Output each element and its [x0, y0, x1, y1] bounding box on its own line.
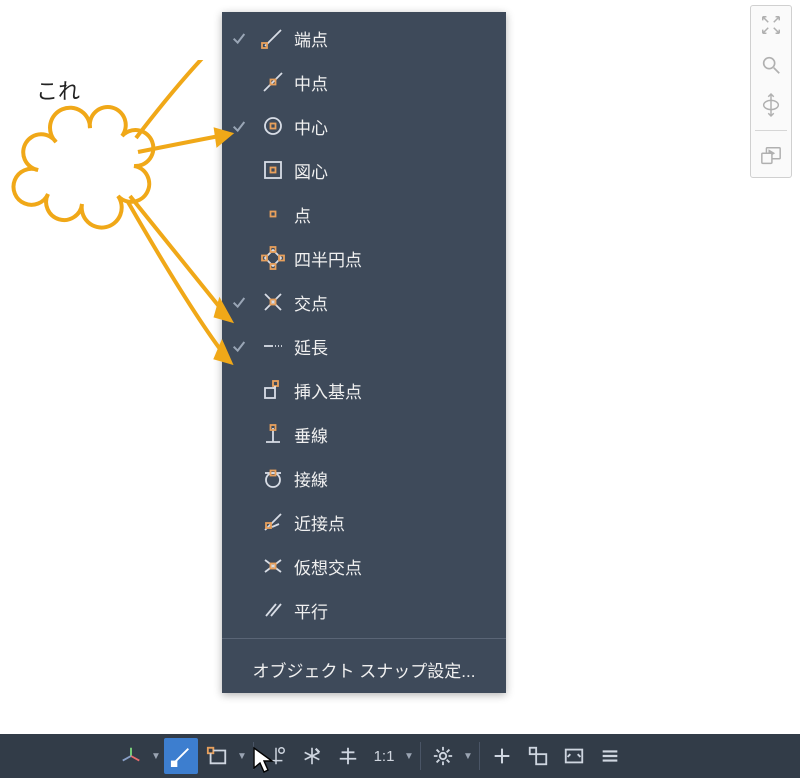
snap-item-label: 延長	[294, 334, 496, 359]
settings-caret[interactable]: ▼	[462, 751, 474, 762]
zoom-extents-icon[interactable]	[756, 50, 786, 80]
status-bar: ▼ ▼ 1:1 ▼	[0, 734, 800, 778]
snap-item-center[interactable]: 中心	[222, 104, 506, 148]
quadrant-icon	[256, 246, 290, 270]
settings-gear-button[interactable]	[426, 738, 460, 774]
snap-item-midpoint[interactable]: 中点	[222, 60, 506, 104]
snap-item-apparent[interactable]: 仮想交点	[222, 544, 506, 588]
snap-item-node[interactable]: 点	[222, 192, 506, 236]
intersect-icon	[256, 290, 290, 314]
snap-item-perp[interactable]: 垂線	[222, 412, 506, 456]
plus-button[interactable]	[485, 738, 519, 774]
snap-item-endpoint[interactable]: 端点	[222, 16, 506, 60]
snap-tracking-button[interactable]	[259, 738, 293, 774]
menu-button[interactable]	[593, 738, 627, 774]
check-icon	[226, 118, 252, 134]
snap-item-label: 挿入基点	[294, 378, 496, 403]
orbit-icon[interactable]	[756, 90, 786, 120]
snap-item-label: 点	[294, 202, 496, 227]
snap-item-quadrant[interactable]: 四半円点	[222, 236, 506, 280]
snap-item-extension[interactable]: 延長	[222, 324, 506, 368]
parallel-icon	[256, 598, 290, 622]
scale-button[interactable]: 1:1	[367, 738, 401, 774]
centroid-icon	[256, 158, 290, 182]
polar-tracking-button[interactable]	[295, 738, 329, 774]
isolate-button[interactable]	[521, 738, 555, 774]
snap-item-label: 垂線	[294, 422, 496, 447]
ortho-button[interactable]	[331, 738, 365, 774]
perp-icon	[256, 422, 290, 446]
snap-item-parallel[interactable]: 平行	[222, 588, 506, 632]
snap-item-label: 接線	[294, 466, 496, 491]
snap-item-label: 交点	[294, 290, 496, 315]
snap-item-label: 近接点	[294, 510, 496, 535]
show-motion-icon[interactable]	[756, 141, 786, 171]
axis-button[interactable]	[114, 738, 148, 774]
snap-settings-label: オブジェクト スナップ設定...	[253, 657, 476, 682]
snap-item-label: 図心	[294, 158, 496, 183]
snap-item-label: 中点	[294, 70, 496, 95]
navigation-bar	[750, 5, 792, 178]
apparent-icon	[256, 554, 290, 578]
tangent-icon	[256, 466, 290, 490]
snap-item-insertion[interactable]: 挿入基点	[222, 368, 506, 412]
axis-caret[interactable]: ▼	[150, 751, 162, 762]
annotation-text: これ	[36, 74, 80, 106]
nearest-icon	[256, 510, 290, 534]
check-icon	[226, 294, 252, 310]
snap-item-label: 端点	[294, 26, 496, 51]
snap-item-label: 中心	[294, 114, 496, 139]
extension-icon	[256, 334, 290, 358]
snap-item-intersect[interactable]: 交点	[222, 280, 506, 324]
midpoint-icon	[256, 70, 290, 94]
snap-item-tangent[interactable]: 接線	[222, 456, 506, 500]
check-icon	[226, 338, 252, 354]
endpoint-icon	[256, 26, 290, 50]
object-snap-caret[interactable]: ▼	[236, 751, 248, 762]
snap-item-label: 平行	[294, 598, 496, 623]
center-icon	[256, 114, 290, 138]
clean-screen-button[interactable]	[557, 738, 591, 774]
insertion-icon	[256, 378, 290, 402]
snap-endpoint-button[interactable]	[164, 738, 198, 774]
object-snap-menu: 端点中点中心図心点四半円点交点延長挿入基点垂線接線近接点仮想交点平行オブジェクト…	[222, 12, 506, 693]
snap-item-label: 四半円点	[294, 246, 496, 271]
node-icon	[256, 202, 290, 226]
scale-caret[interactable]: ▼	[403, 751, 415, 762]
full-nav-icon[interactable]	[756, 10, 786, 40]
snap-item-label: 仮想交点	[294, 554, 496, 579]
object-snap-button[interactable]	[200, 738, 234, 774]
check-icon	[226, 30, 252, 46]
snap-item-centroid[interactable]: 図心	[222, 148, 506, 192]
snap-item-nearest[interactable]: 近接点	[222, 500, 506, 544]
snap-settings-item[interactable]: オブジェクト スナップ設定...	[222, 645, 506, 693]
